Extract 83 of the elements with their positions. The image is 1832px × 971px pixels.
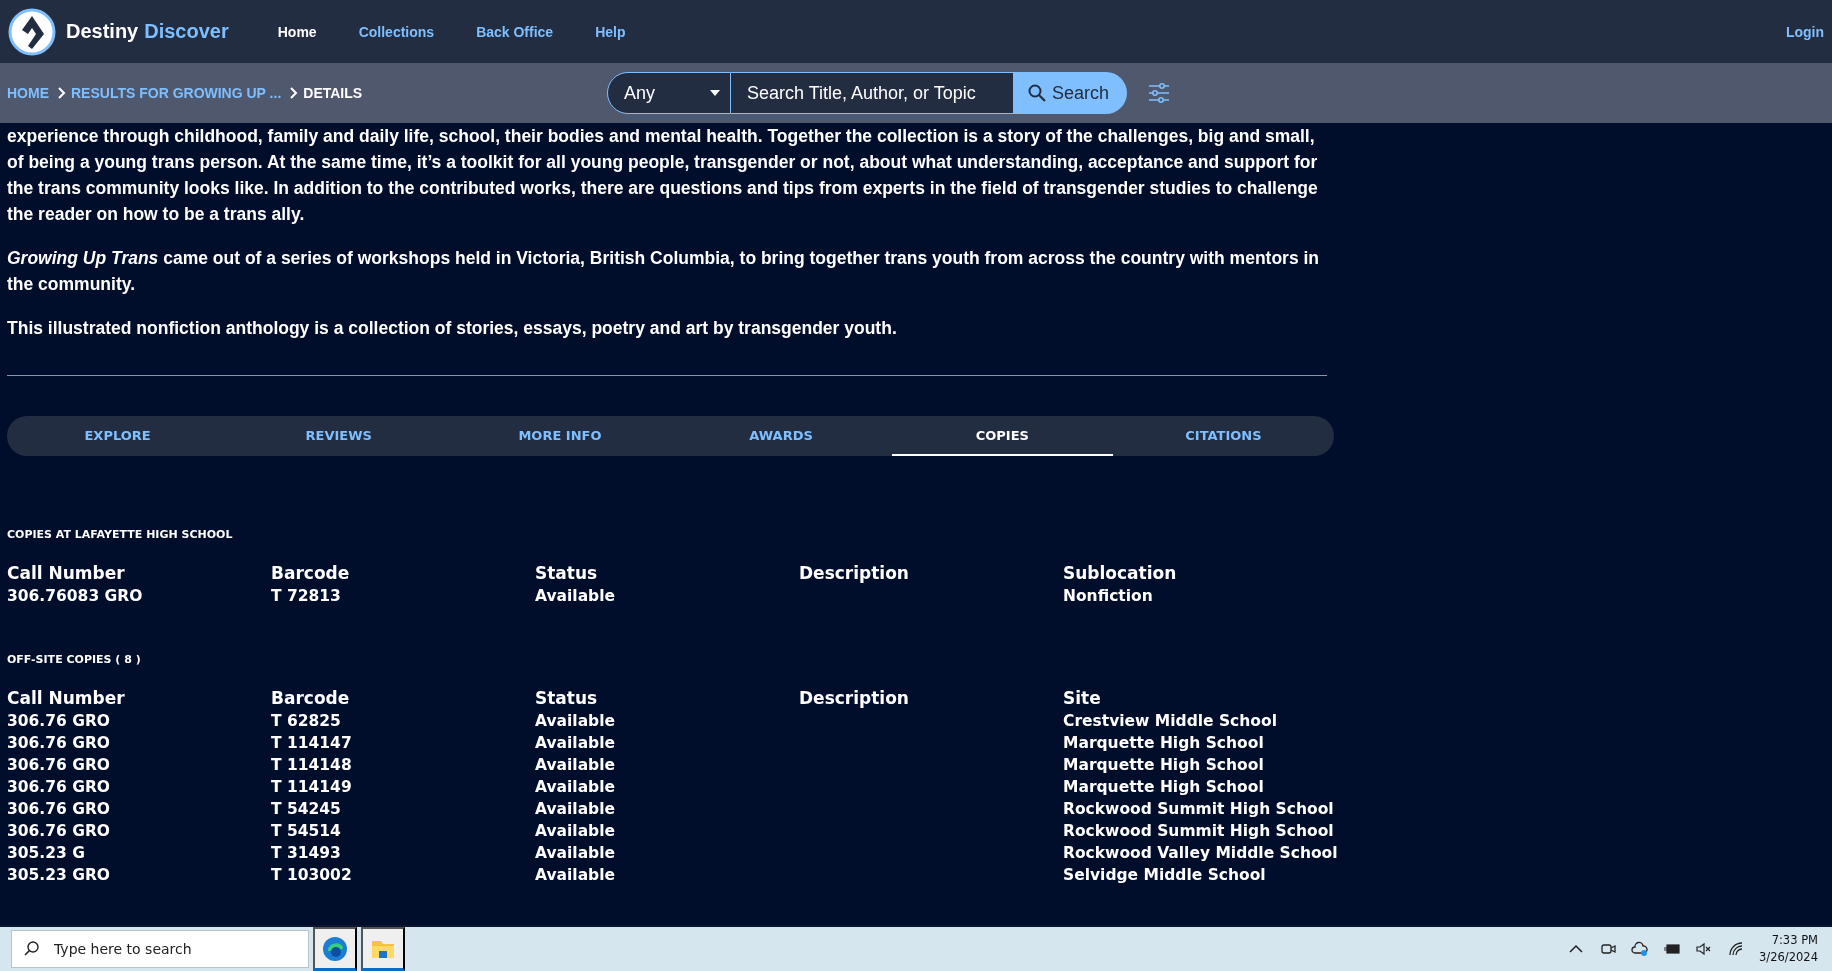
- search-icon: [1028, 84, 1046, 102]
- description-paragraph: Growing Up Trans came out of a series of workshops held in Victoria, British Columbia, to bring together trans youth from across the country with mentors in the community.: [7, 247, 1321, 296]
- description-paragraph: This illustrated nonfiction anthology is a collection of stories, essays, poetry and art by transgender youth.: [7, 317, 898, 340]
- table-cell-text: Available: [535, 865, 616, 886]
- taskbar-app[interactable]: [313, 927, 357, 971]
- breadcrumb-current: DETAILS: [303, 85, 363, 101]
- tab[interactable]: EXPLORE: [7, 416, 229, 456]
- nav-link[interactable]: Collections: [358, 23, 435, 40]
- table-cell-text: Rockwood Valley Middle School: [1063, 843, 1339, 864]
- table-cell-text: Marquette High School: [1063, 777, 1265, 798]
- table-cell-text: Available: [535, 586, 616, 607]
- table-cell-text: T 114148: [271, 755, 353, 776]
- table-cell-text: Available: [535, 777, 616, 798]
- table-cell-text: 305.23 GRO: [7, 865, 112, 886]
- nav-link[interactable]: Help: [595, 23, 626, 40]
- table-cell-text: 306.76 GRO: [7, 733, 112, 754]
- scope-dropdown[interactable]: Any: [607, 72, 731, 114]
- table-cell-text: Available: [535, 733, 616, 754]
- table-cell-text: Selvidge Middle School: [1063, 865, 1267, 886]
- table-cell-text: 306.76 GRO: [7, 755, 112, 776]
- description-paragraph: experience through childhood, family and daily life, school, their bodies and mental health. Together the collection is a story of the challenges, big and small, of being a young trans person. At the same time, it’s a toolkit for all young people, transgender or not, about what understanding, acceptance and support for the trans community looks like. In addition to the contributed works, there are questions and tips from experts in the field of transgender studies to challenge the reader on how to be a trans ally.: [7, 125, 1319, 226]
- section-heading: COPIES AT LAFAYETTE HIGH SCHOOL: [7, 528, 234, 541]
- date-text: 3/26/2024: [1759, 949, 1818, 966]
- table-cell-text: Available: [535, 755, 616, 776]
- column-header: Call Number: [7, 687, 126, 710]
- taskbar-app[interactable]: [361, 927, 405, 971]
- filter-icon[interactable]: [1147, 81, 1171, 105]
- clock[interactable]: 7:33 PM 3/26/2024: [1759, 932, 1818, 966]
- table-cell-text: Rockwood Summit High School: [1063, 799, 1335, 820]
- table-cell-text: 306.76 GRO: [7, 777, 112, 798]
- tab[interactable]: AWARDS: [670, 416, 892, 456]
- column-header: Barcode: [271, 562, 351, 585]
- tab[interactable]: CITATIONS: [1112, 416, 1334, 456]
- table-cell-text: T 114149: [271, 777, 353, 798]
- column-header: Description: [799, 562, 910, 585]
- nav-link[interactable]: Home: [277, 23, 317, 40]
- table-cell-text: Rockwood Summit High School: [1063, 821, 1335, 842]
- table-cell-text: 306.76083 GRO: [7, 586, 144, 607]
- breadcrumb-link[interactable]: HOME: [7, 85, 49, 101]
- time-text: 7:33 PM: [1771, 932, 1818, 949]
- search-button[interactable]: Search: [1014, 72, 1127, 114]
- chevron-icon: [289, 87, 300, 99]
- table-cell-text: Nonfiction: [1063, 586, 1154, 607]
- browser-icon: [322, 935, 348, 962]
- table-cell-text: T 31493: [271, 843, 342, 864]
- caret-icon: [710, 90, 720, 96]
- section-heading: OFF-SITE COPIES ( 8 ): [7, 653, 142, 666]
- login-link[interactable]: Login: [1785, 23, 1824, 40]
- tab[interactable]: MORE INFO: [449, 416, 671, 456]
- taskbar-search-field[interactable]: Type here to search: [11, 930, 309, 968]
- table-cell-text: 306.76 GRO: [7, 821, 112, 842]
- column-header: Status: [535, 562, 599, 585]
- table-cell-text: Marquette High School: [1063, 755, 1265, 776]
- table-cell-text: T 72813: [271, 586, 342, 607]
- breadcrumb-link[interactable]: RESULTS FOR GROWING UP ...: [71, 85, 282, 101]
- table-cell-text: Marquette High School: [1063, 733, 1265, 754]
- table-cell-text: T 103002: [271, 865, 353, 886]
- table-cell-text: 306.76 GRO: [7, 799, 112, 820]
- column-header: Status: [535, 687, 599, 710]
- table-cell-text: Available: [535, 711, 616, 732]
- tab[interactable]: REVIEWS: [228, 416, 450, 456]
- table-cell-text: T 54514: [271, 821, 342, 842]
- table-cell-text: T 114147: [271, 733, 353, 754]
- table-cell-text: Available: [535, 821, 616, 842]
- chevron-icon: [57, 87, 67, 99]
- table-cell-text: Crestview Middle School: [1063, 711, 1278, 732]
- app-name: Destiny Discover: [66, 20, 229, 43]
- logo-icon: [8, 7, 56, 56]
- column-header: Barcode: [271, 687, 351, 710]
- column-header: Site: [1063, 687, 1102, 710]
- table-cell-text: T 62825: [271, 711, 342, 732]
- table-cell-text: 306.76 GRO: [7, 711, 112, 732]
- table-cell-text: T 54245: [271, 799, 342, 820]
- table-cell-text: Available: [535, 799, 616, 820]
- tab[interactable]: COPIES: [891, 416, 1113, 456]
- table-cell-text: 305.23 G: [7, 843, 86, 864]
- nav-link[interactable]: Back Office: [476, 23, 554, 40]
- table-cell-text: Available: [535, 843, 616, 864]
- search-field[interactable]: Search Title, Author, or Topic: [731, 72, 1014, 114]
- column-header: Call Number: [7, 562, 126, 585]
- column-header: Sublocation: [1063, 562, 1178, 585]
- column-header: Description: [799, 687, 910, 710]
- cloud-icon[interactable]: [1631, 940, 1650, 958]
